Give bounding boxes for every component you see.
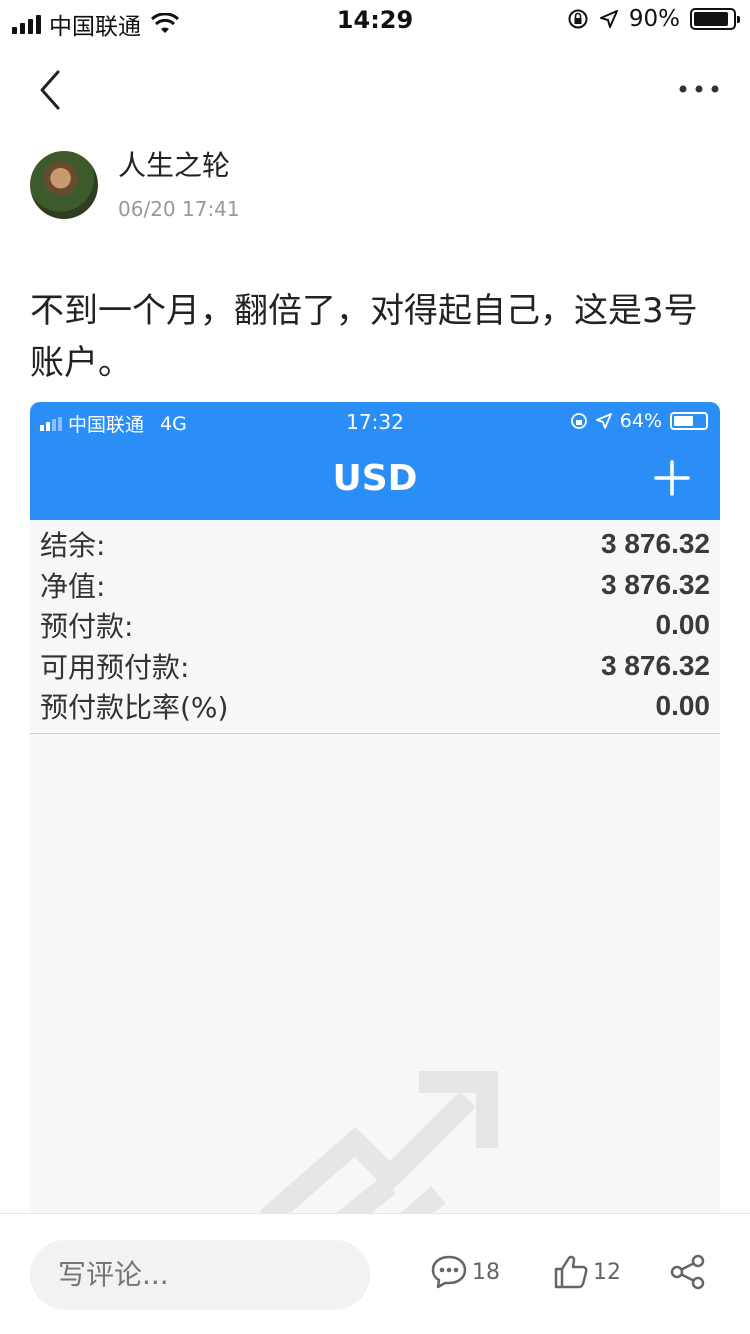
embedded-header: 中国联通 4G 17:32 64% USD <box>30 402 720 520</box>
embedded-status-bar: 中国联通 4G 17:32 64% <box>30 402 720 442</box>
battery-percent: 90% <box>628 6 680 32</box>
row-label: 预付款比率(%) <box>40 691 229 725</box>
plus-icon <box>654 460 690 496</box>
avatar[interactable] <box>30 151 98 219</box>
like-button[interactable]: 12 <box>553 1254 621 1290</box>
account-summary: 结余: 3 876.32 净值: 3 876.32 预付款: 0.00 可用预付… <box>30 524 720 727</box>
comment-icon <box>431 1255 467 1289</box>
bottom-bar: 18 12 <box>0 1213 750 1334</box>
comment-button[interactable]: 18 <box>430 1254 500 1290</box>
trend-arrow-watermark-icon <box>259 1071 498 1214</box>
like-count: 12 <box>593 1259 621 1285</box>
thumbs-up-icon <box>554 1255 588 1289</box>
location-icon <box>599 10 618 28</box>
row-value: 0.00 <box>655 690 711 722</box>
post-time: 06/20 17:41 <box>118 197 240 221</box>
row-label: 预付款: <box>40 610 134 644</box>
summary-row: 净值: 3 876.32 <box>30 565 720 606</box>
summary-row: 预付款比率(%) 0.00 <box>30 686 720 727</box>
embedded-title: USD <box>332 458 418 499</box>
more-button[interactable] <box>676 74 722 104</box>
embedded-battery-icon <box>670 412 708 430</box>
author-name[interactable]: 人生之轮 <box>118 144 230 184</box>
row-value: 3 876.32 <box>601 528 710 560</box>
post-image[interactable]: 中国联通 4G 17:32 64% USD 结余: 3 876.32 净值: 3… <box>30 402 720 1214</box>
share-button[interactable] <box>668 1254 708 1290</box>
divider <box>30 733 720 734</box>
row-label: 净值: <box>40 569 106 603</box>
comment-input[interactable] <box>30 1240 370 1310</box>
summary-row: 结余: 3 876.32 <box>30 524 720 565</box>
post-text: 不到一个月，翻倍了，对得起自己，这是3号账户。 <box>30 291 698 383</box>
row-value: 0.00 <box>655 609 711 641</box>
battery-icon <box>690 8 740 30</box>
row-value: 3 876.32 <box>601 649 710 681</box>
embedded-location-icon <box>595 413 612 429</box>
summary-row: 可用预付款: 3 876.32 <box>30 646 720 687</box>
back-button[interactable] <box>30 68 70 112</box>
summary-row: 预付款: 0.00 <box>30 605 720 646</box>
embedded-orientation-lock-icon <box>570 413 587 429</box>
row-value: 3 876.32 <box>601 568 710 600</box>
share-icon <box>670 1254 705 1290</box>
status-bar: 中国联通 14:29 90% <box>0 0 750 42</box>
comment-count: 18 <box>472 1259 500 1285</box>
row-label: 可用预付款: <box>40 650 190 684</box>
embedded-battery-percent: 64% <box>619 410 662 432</box>
orientation-lock-icon <box>568 9 588 29</box>
row-label: 结余: <box>40 529 106 563</box>
